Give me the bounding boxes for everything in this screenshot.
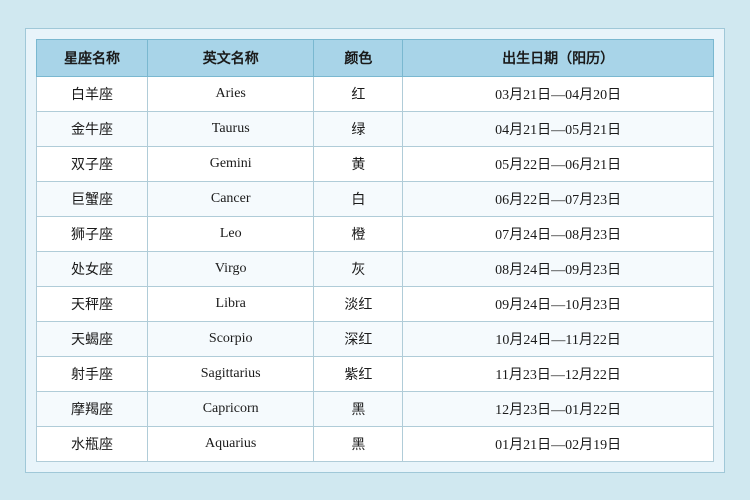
cell-english: Aquarius bbox=[147, 426, 313, 461]
cell-chinese: 双子座 bbox=[37, 146, 148, 181]
header-date: 出生日期（阳历） bbox=[403, 39, 714, 76]
cell-color: 黑 bbox=[314, 391, 403, 426]
table-row: 处女座Virgo灰08月24日—09月23日 bbox=[37, 251, 714, 286]
cell-chinese: 射手座 bbox=[37, 356, 148, 391]
header-chinese: 星座名称 bbox=[37, 39, 148, 76]
cell-date: 04月21日—05月21日 bbox=[403, 111, 714, 146]
cell-english: Libra bbox=[147, 286, 313, 321]
cell-date: 05月22日—06月21日 bbox=[403, 146, 714, 181]
cell-date: 10月24日—11月22日 bbox=[403, 321, 714, 356]
cell-date: 06月22日—07月23日 bbox=[403, 181, 714, 216]
table-row: 狮子座Leo橙07月24日—08月23日 bbox=[37, 216, 714, 251]
cell-english: Virgo bbox=[147, 251, 313, 286]
table-row: 巨蟹座Cancer白06月22日—07月23日 bbox=[37, 181, 714, 216]
zodiac-table-container: 星座名称 英文名称 颜色 出生日期（阳历） 白羊座Aries红03月21日—04… bbox=[25, 28, 725, 473]
cell-color: 绿 bbox=[314, 111, 403, 146]
cell-chinese: 白羊座 bbox=[37, 76, 148, 111]
cell-color: 灰 bbox=[314, 251, 403, 286]
cell-english: Taurus bbox=[147, 111, 313, 146]
table-row: 天蝎座Scorpio深红10月24日—11月22日 bbox=[37, 321, 714, 356]
cell-color: 深红 bbox=[314, 321, 403, 356]
cell-date: 11月23日—12月22日 bbox=[403, 356, 714, 391]
cell-date: 08月24日—09月23日 bbox=[403, 251, 714, 286]
header-color: 颜色 bbox=[314, 39, 403, 76]
table-row: 射手座Sagittarius紫红11月23日—12月22日 bbox=[37, 356, 714, 391]
table-row: 天秤座Libra淡红09月24日—10月23日 bbox=[37, 286, 714, 321]
cell-date: 03月21日—04月20日 bbox=[403, 76, 714, 111]
cell-date: 01月21日—02月19日 bbox=[403, 426, 714, 461]
header-english: 英文名称 bbox=[147, 39, 313, 76]
cell-chinese: 天蝎座 bbox=[37, 321, 148, 356]
cell-color: 橙 bbox=[314, 216, 403, 251]
cell-color: 淡红 bbox=[314, 286, 403, 321]
cell-chinese: 金牛座 bbox=[37, 111, 148, 146]
cell-chinese: 摩羯座 bbox=[37, 391, 148, 426]
cell-chinese: 狮子座 bbox=[37, 216, 148, 251]
cell-english: Cancer bbox=[147, 181, 313, 216]
table-row: 水瓶座Aquarius黑01月21日—02月19日 bbox=[37, 426, 714, 461]
cell-english: Gemini bbox=[147, 146, 313, 181]
cell-chinese: 处女座 bbox=[37, 251, 148, 286]
cell-date: 07月24日—08月23日 bbox=[403, 216, 714, 251]
table-row: 白羊座Aries红03月21日—04月20日 bbox=[37, 76, 714, 111]
zodiac-table: 星座名称 英文名称 颜色 出生日期（阳历） 白羊座Aries红03月21日—04… bbox=[36, 39, 714, 462]
cell-english: Sagittarius bbox=[147, 356, 313, 391]
cell-chinese: 水瓶座 bbox=[37, 426, 148, 461]
cell-color: 黄 bbox=[314, 146, 403, 181]
cell-color: 白 bbox=[314, 181, 403, 216]
cell-english: Leo bbox=[147, 216, 313, 251]
cell-english: Scorpio bbox=[147, 321, 313, 356]
table-row: 摩羯座Capricorn黑12月23日—01月22日 bbox=[37, 391, 714, 426]
cell-date: 12月23日—01月22日 bbox=[403, 391, 714, 426]
cell-chinese: 天秤座 bbox=[37, 286, 148, 321]
cell-english: Capricorn bbox=[147, 391, 313, 426]
table-header-row: 星座名称 英文名称 颜色 出生日期（阳历） bbox=[37, 39, 714, 76]
cell-date: 09月24日—10月23日 bbox=[403, 286, 714, 321]
cell-chinese: 巨蟹座 bbox=[37, 181, 148, 216]
table-row: 金牛座Taurus绿04月21日—05月21日 bbox=[37, 111, 714, 146]
cell-color: 红 bbox=[314, 76, 403, 111]
cell-english: Aries bbox=[147, 76, 313, 111]
cell-color: 黑 bbox=[314, 426, 403, 461]
table-row: 双子座Gemini黄05月22日—06月21日 bbox=[37, 146, 714, 181]
cell-color: 紫红 bbox=[314, 356, 403, 391]
